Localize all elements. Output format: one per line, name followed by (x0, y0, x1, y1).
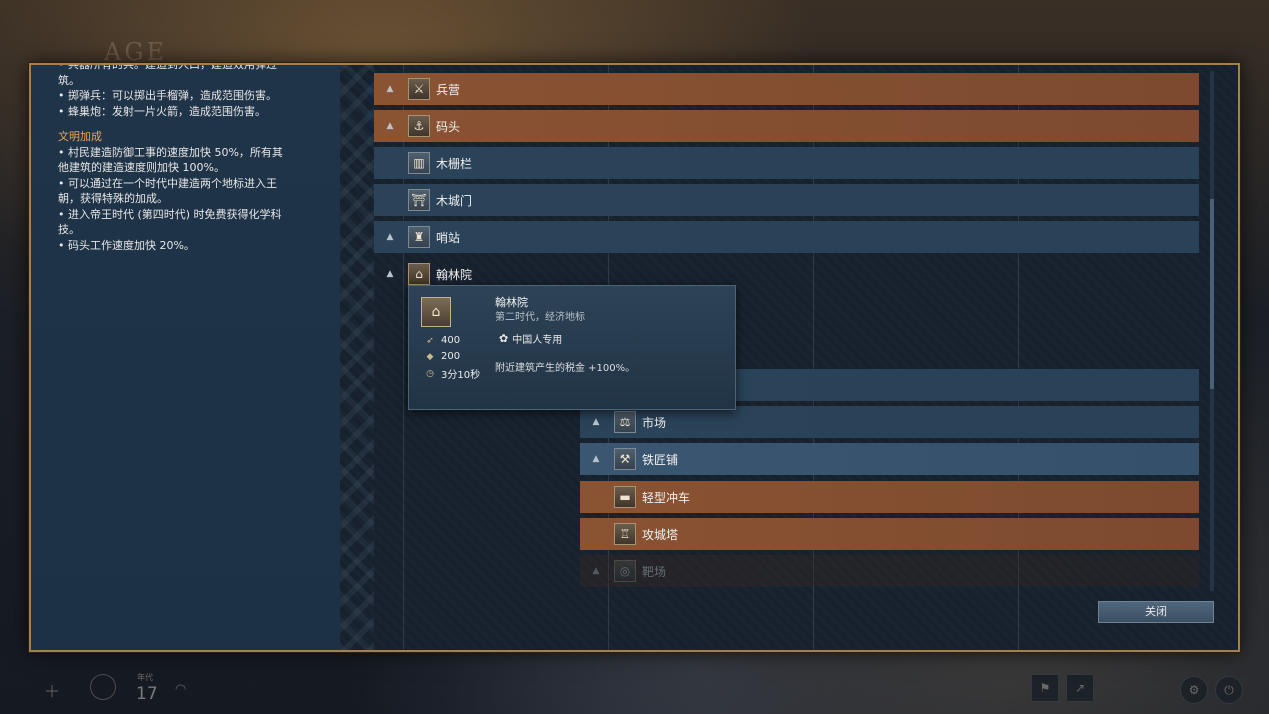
description-line: • 掷弹兵：可以掷出手榴弹，造成范围伤害。 (58, 89, 277, 102)
collapse-arrow-icon[interactable]: ▲ (588, 417, 604, 427)
collapse-arrow-icon[interactable]: ▲ (382, 269, 398, 279)
collapse-arrow-icon[interactable]: ▲ (382, 84, 398, 94)
crossed-swords-icon: ⚔ (408, 78, 430, 100)
civ-restriction-text: 中国人专用 (512, 335, 563, 346)
imperial-academy-icon: ⌂ (421, 297, 451, 327)
bonus-line: • 码头工作速度加快 20%。 (58, 238, 195, 252)
tooltip-subtitle: 第二时代，经济地标 (495, 312, 585, 323)
tree-row-gate[interactable]: ⛩ 木城门 (374, 184, 1199, 216)
power-icon[interactable]: ⏻ (1215, 676, 1243, 704)
palisade-icon: ▥ (408, 152, 430, 174)
row-label: 木栅栏 (436, 156, 473, 171)
ram-icon: ▬ (614, 486, 636, 508)
tree-row-blacksmith[interactable]: ▲ ⚒ 铁匠铺 (580, 443, 1199, 475)
cost-value: 3分10秒 (441, 370, 481, 381)
row-label: 码头 (436, 119, 461, 134)
tree-row-ram[interactable]: ▬ 轻型冲车 (580, 481, 1199, 513)
bonus-line: 朝，获得特殊的加成。 (58, 192, 168, 205)
building-tooltip: ⌂ 翰林院 第二时代，经济地标 ✿ 中国人专用 ➶ 400 ◆ 200 ◷ 3分… (408, 285, 736, 410)
collapse-arrow-icon[interactable]: ▲ (588, 566, 604, 576)
collapse-arrow-icon[interactable]: ▲ (382, 121, 398, 131)
tree-row-market[interactable]: ▲ ⚖ 市场 (580, 406, 1199, 438)
bonus-line: • 进入帝王时代 (第四时代) 时免费获得化学科 (58, 207, 282, 221)
row-label: 哨站 (436, 230, 461, 245)
plus-icon[interactable]: ＋ (44, 678, 60, 702)
tree-row-dock[interactable]: ▲ ⚓ 码头 (374, 110, 1199, 142)
collapse-arrow-icon[interactable]: ▲ (382, 232, 398, 242)
civ-bonus-title: 文明加成 (58, 130, 102, 143)
hud-label: 年代 (137, 673, 153, 682)
scrollbar-thumb[interactable] (1210, 199, 1214, 389)
row-label: 铁匠铺 (642, 452, 679, 467)
row-label: 市场 (642, 415, 667, 430)
gate-icon: ⛩ (408, 189, 430, 211)
game-logo: AGE (104, 38, 168, 66)
tree-row-outpost[interactable]: ▲ ♜ 哨站 (374, 221, 1199, 253)
row-label: 轻型冲车 (642, 490, 691, 505)
row-label: 翰林院 (436, 267, 473, 282)
cost-time: ◷ 3分10秒 (423, 366, 481, 382)
tree-row-palisade[interactable]: ▥ 木栅栏 (374, 147, 1199, 179)
bonus-line: 他建筑的建造速度则加快 100%。 (58, 161, 225, 174)
row-label: 靶场 (642, 564, 667, 579)
row-label: 木城门 (436, 193, 473, 208)
scrollbar[interactable] (1210, 71, 1214, 591)
wifi-icon: ◠ (175, 682, 187, 697)
bonus-line: • 村民建造防御工事的速度加快 50%，所有其 (58, 145, 283, 159)
decorative-border (340, 65, 374, 650)
civ-description-panel: • 兵器所有的兵。建造到人口，建造效用弹过 筑。 • 掷弹兵：可以掷出手榴弹，造… (31, 65, 340, 650)
imperial-academy-icon: ⌂ (408, 263, 430, 285)
anvil-icon: ⚒ (614, 448, 636, 470)
close-button[interactable]: 关闭 (1098, 601, 1214, 623)
cost-wood: ➶ 400 (423, 335, 460, 346)
description-line: 筑。 (58, 73, 80, 87)
chinese-civ-icon: ✿ (499, 332, 509, 345)
flag-icon[interactable]: ⚑ (1031, 674, 1059, 702)
hud-number: 17 (136, 684, 158, 704)
scales-icon: ⚖ (614, 411, 636, 433)
description-line: • 蜂巢炮：发射一片火箭，造成范围伤害。 (58, 104, 266, 118)
compass-icon[interactable] (90, 674, 116, 700)
row-label: 兵营 (436, 82, 461, 97)
time-icon: ◷ (426, 368, 434, 379)
tree-row-siege-tower[interactable]: ♖ 攻城塔 (580, 518, 1199, 550)
bottom-hud: ＋ 年代 17 ◠ ⚑ ↗ ⚙ ⏻ (0, 658, 1269, 714)
wood-icon: ➶ (426, 335, 434, 346)
siege-tower-icon: ♖ (614, 523, 636, 545)
civ-restriction: ✿ 中国人专用 (499, 331, 562, 346)
bonus-line: 技。 (58, 223, 80, 236)
tree-row-archery-range[interactable]: ▲ ◎ 靶场 (580, 555, 1199, 587)
arrow-icon[interactable]: ↗ (1066, 674, 1094, 702)
tooltip-description: 附近建筑产生的税金 +100%。 (495, 363, 636, 374)
gold-icon: ◆ (426, 351, 434, 362)
bonus-line: • 可以通过在一个时代中建造两个地标进入王 (58, 176, 277, 190)
cost-value: 400 (441, 335, 461, 346)
cost-gold: ◆ 200 (423, 351, 461, 362)
outpost-icon: ♜ (408, 226, 430, 248)
collapse-arrow-icon[interactable]: ▲ (588, 454, 604, 464)
tree-row-barracks[interactable]: ▲ ⚔ 兵营 (374, 73, 1199, 105)
target-icon: ◎ (614, 560, 636, 582)
clipped-text-line: • 兵器所有的兵。建造到人口，建造效用弹过 (58, 63, 277, 71)
anchor-icon: ⚓ (408, 115, 430, 137)
row-label: 攻城塔 (642, 527, 679, 542)
settings-icon[interactable]: ⚙ (1180, 676, 1208, 704)
cost-value: 200 (441, 351, 461, 362)
